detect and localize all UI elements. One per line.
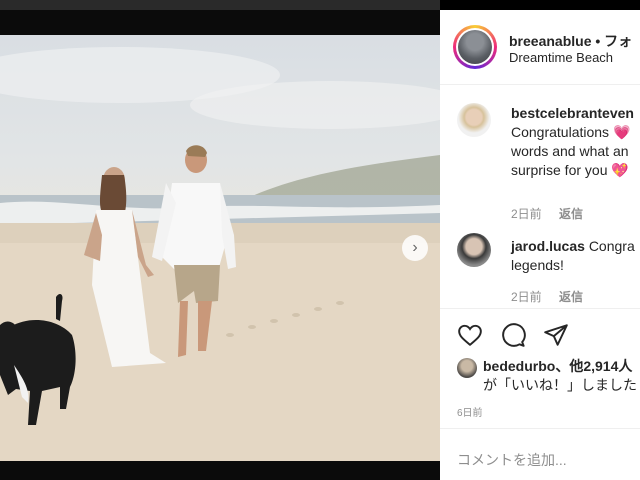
- comment-icon[interactable]: [500, 322, 526, 348]
- reply-button[interactable]: 返信: [559, 290, 583, 304]
- share-icon[interactable]: [543, 322, 569, 348]
- comment-username[interactable]: jarod.lucas: [511, 238, 585, 254]
- commenter-avatar[interactable]: [457, 103, 491, 137]
- post-timestamp[interactable]: 6日前: [457, 404, 483, 419]
- post-photo: [0, 35, 440, 461]
- profile-avatar[interactable]: [453, 25, 497, 69]
- likes-summary[interactable]: bededurbo、他2,914人 が「いいね！」しました: [483, 357, 637, 395]
- chevron-right-icon: ›: [412, 239, 418, 256]
- browser-top-strip: [0, 0, 440, 10]
- beach-photo-graphic: [0, 47, 440, 461]
- comment-meta: 2日前 返信: [511, 205, 597, 222]
- comment-meta: 2日前 返信: [511, 288, 597, 305]
- carousel-next-button[interactable]: ›: [402, 235, 428, 261]
- post-header: breeanablue • フォ Dreamtime Beach: [440, 10, 640, 85]
- comment-text: bestcelebranteven Congratulations 💗 word…: [511, 105, 634, 178]
- post-actions: [457, 322, 569, 348]
- divider: [440, 308, 640, 309]
- commenter-avatar[interactable]: [457, 233, 491, 267]
- heart-icon[interactable]: [457, 322, 483, 348]
- add-comment-input[interactable]: コメントを追加...: [457, 450, 567, 470]
- post-location[interactable]: Dreamtime Beach: [509, 50, 613, 65]
- follow-link[interactable]: • フォ: [595, 33, 632, 49]
- divider: [440, 428, 640, 429]
- post-username[interactable]: breeanablue • フォ: [509, 31, 632, 51]
- liker-avatar[interactable]: [457, 358, 477, 378]
- reply-button[interactable]: 返信: [559, 207, 583, 221]
- comment-time[interactable]: 2日前: [511, 207, 542, 221]
- post-side-panel: breeanablue • フォ Dreamtime Beach bestcel…: [440, 10, 640, 480]
- comment-username[interactable]: bestcelebranteven: [511, 105, 634, 121]
- comment-time[interactable]: 2日前: [511, 290, 542, 304]
- comment-text: jarod.lucas Congra legends!: [511, 238, 635, 273]
